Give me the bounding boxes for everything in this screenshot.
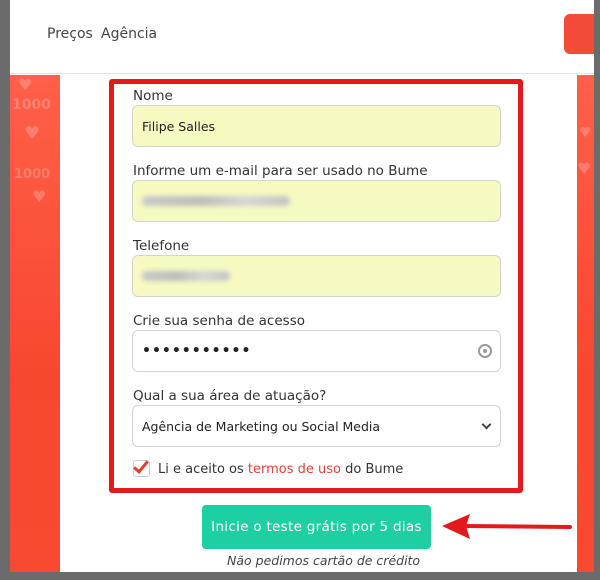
area-label: Qual a sua área de atuação? bbox=[133, 388, 327, 404]
area-selected-value: Agência de Marketing ou Social Media bbox=[142, 418, 381, 434]
area-select[interactable]: Agência de Marketing ou Social Media bbox=[132, 405, 501, 447]
name-field[interactable]: Filipe Salles bbox=[132, 105, 501, 147]
start-trial-button[interactable]: Inicie o teste grátis por 5 dias bbox=[202, 505, 431, 549]
phone-value-redacted bbox=[142, 271, 230, 281]
heart-icon: ♥ bbox=[32, 187, 47, 206]
password-label: Crie sua senha de acesso bbox=[133, 313, 305, 329]
terms-checkbox[interactable] bbox=[133, 457, 150, 477]
terms-prefix: Li e aceito os bbox=[158, 462, 244, 477]
terms-text: Li e aceito os termos de uso do Bume bbox=[158, 462, 403, 477]
checkmark-icon bbox=[133, 457, 149, 474]
heart-icon: ♥ bbox=[579, 125, 592, 141]
terms-suffix: do Bume bbox=[345, 462, 404, 477]
terms-link[interactable]: termos de uso bbox=[248, 462, 341, 477]
decorative-background-right: ♥ ♥ bbox=[577, 75, 594, 572]
name-label: Nome bbox=[133, 88, 173, 104]
annotation-arrow-icon bbox=[442, 514, 572, 539]
no-credit-card-note: Não pedimos cartão de crédito bbox=[227, 553, 421, 568]
heart-icon: ♥ bbox=[18, 75, 33, 94]
password-field[interactable]: ••••••••••• bbox=[132, 330, 501, 372]
screenshot-frame-bottom bbox=[0, 572, 600, 580]
nav-link-precos[interactable]: Preços bbox=[47, 26, 93, 42]
password-value: ••••••••••• bbox=[142, 343, 252, 359]
email-field[interactable] bbox=[132, 180, 501, 222]
show-password-icon[interactable] bbox=[478, 344, 492, 358]
chevron-down-icon bbox=[481, 419, 492, 430]
phone-label: Telefone bbox=[133, 238, 190, 254]
decorative-counter: 1000 bbox=[12, 97, 51, 113]
phone-field[interactable] bbox=[132, 255, 501, 297]
nav-cta-button[interactable] bbox=[564, 14, 594, 54]
nav-link-agencia[interactable]: Agência bbox=[101, 26, 157, 42]
screenshot-frame-left bbox=[0, 0, 10, 580]
screenshot-frame-right bbox=[594, 0, 600, 580]
heart-icon: ♥ bbox=[577, 159, 592, 178]
email-label: Informe um e-mail para ser usado no Bume bbox=[133, 163, 428, 179]
heart-icon: ♥ bbox=[24, 123, 41, 144]
top-navigation: Preços Agência bbox=[10, 0, 594, 74]
name-value: Filipe Salles bbox=[142, 118, 216, 134]
decorative-background-left: 1000 ♥ 1000 ♥ ♥ bbox=[10, 75, 60, 572]
decorative-counter: 1000 bbox=[14, 167, 51, 182]
email-value-redacted bbox=[142, 196, 290, 206]
